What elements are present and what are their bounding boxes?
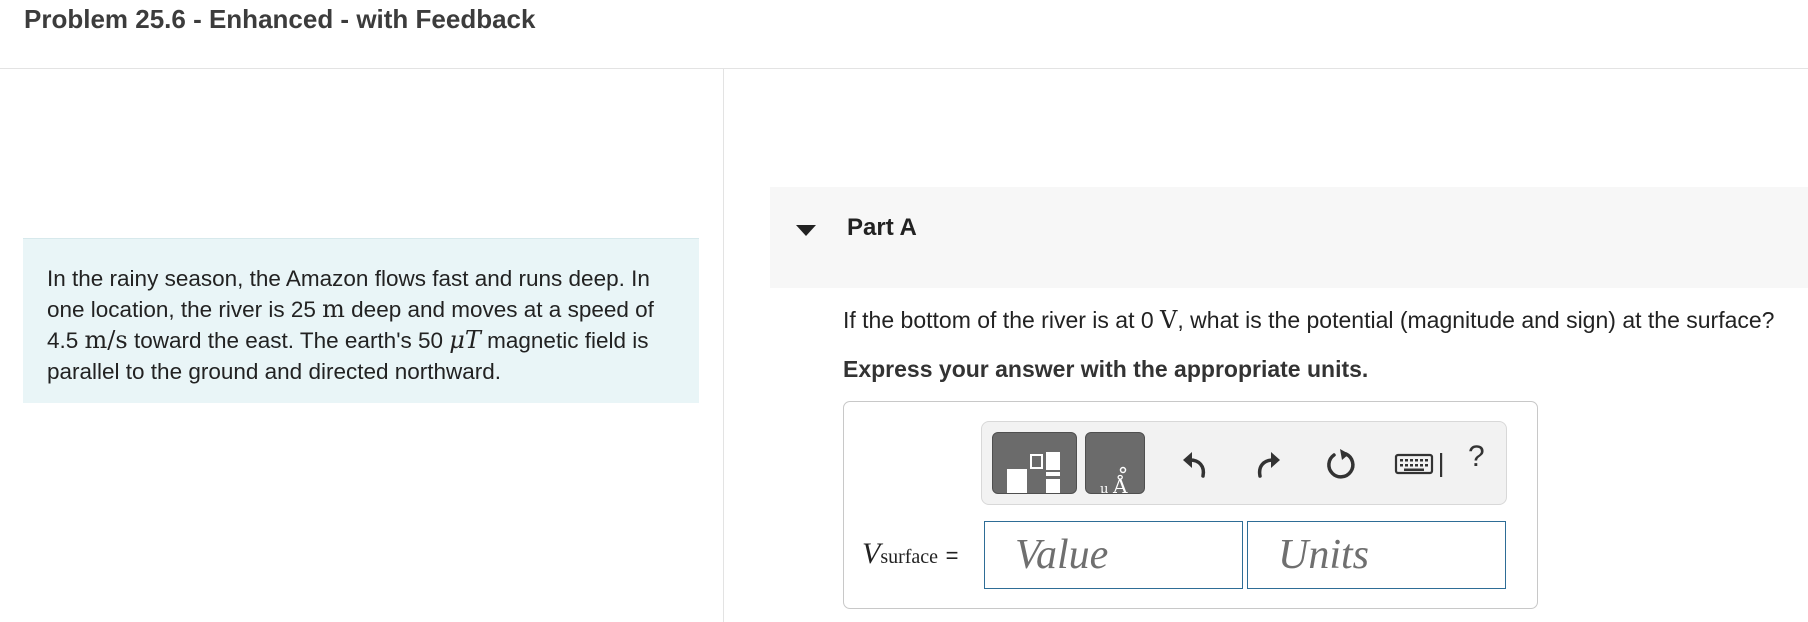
fraction-template-button[interactable] — [992, 432, 1077, 494]
help-button[interactable]: ? — [1468, 440, 1485, 474]
variable-subscript: surface — [880, 546, 939, 568]
intro-text-3: toward the east. The earth's 50 — [127, 328, 450, 353]
value-input[interactable] — [984, 521, 1243, 589]
undo-button[interactable] — [1177, 444, 1217, 484]
answer-variable-label: Vsurface = — [862, 537, 958, 571]
part-a-label[interactable]: Part A — [847, 214, 917, 242]
question-text-1: If the bottom of the river is at 0 — [843, 307, 1161, 333]
question-unit-volts: V — [1160, 306, 1178, 334]
math-toolbar: μ Å ? — [981, 421, 1507, 505]
reset-icon — [1327, 449, 1355, 479]
undo-icon — [1183, 452, 1206, 478]
column-divider — [723, 69, 724, 622]
fraction-template-icon — [1007, 452, 1060, 493]
svg-text:μ: μ — [1100, 482, 1108, 494]
variable-symbol: V — [862, 537, 881, 570]
answer-instruction: Express your answer with the appropriate… — [843, 356, 1369, 382]
question-text-2: , what is the potential (magnitude and s… — [1177, 307, 1775, 333]
keyboard-button[interactable] — [1393, 444, 1453, 484]
units-input[interactable] — [1247, 521, 1506, 589]
units-template-button[interactable]: μ Å — [1085, 432, 1145, 494]
question-text: If the bottom of the river is at 0 V, wh… — [843, 306, 1774, 334]
page-header: Problem 25.6 - Enhanced - with Feedback — [0, 0, 1808, 69]
equals-sign: = — [945, 543, 959, 568]
svg-text:Å: Å — [1112, 473, 1128, 494]
intro-unit-microtesla: μT — [449, 326, 481, 354]
intro-unit-speed: m/s — [84, 326, 128, 354]
keyboard-icon — [1394, 453, 1443, 477]
reset-button[interactable] — [1321, 444, 1361, 484]
collapse-caret-icon[interactable] — [796, 225, 816, 236]
page-title: Problem 25.6 - Enhanced - with Feedback — [24, 4, 536, 34]
redo-icon — [1257, 452, 1280, 478]
intro-unit-meters: m — [322, 295, 345, 323]
redo-button[interactable] — [1250, 444, 1290, 484]
part-a-header[interactable] — [770, 187, 1808, 288]
problem-intro: In the rainy season, the Amazon flows fa… — [23, 238, 699, 403]
units-template-icon: μ Å — [1100, 466, 1128, 494]
